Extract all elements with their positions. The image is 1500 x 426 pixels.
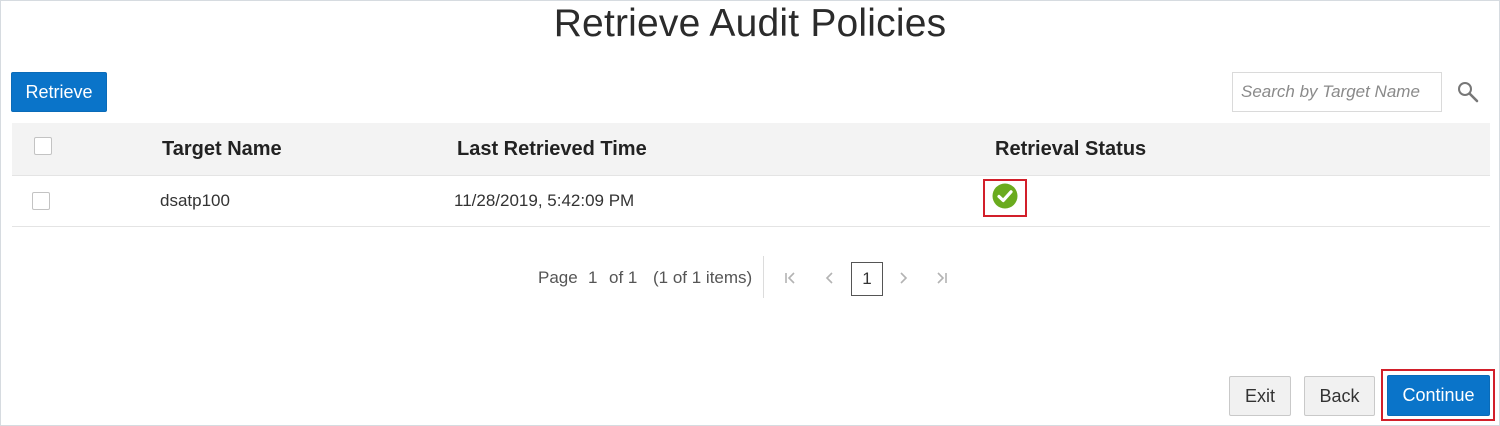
previous-page-icon[interactable] xyxy=(820,266,840,290)
current-page-value[interactable]: 1 xyxy=(588,268,597,288)
page-count: of 1 xyxy=(609,268,638,287)
column-header-target-name[interactable]: Target Name xyxy=(162,123,282,175)
retrieve-button[interactable]: Retrieve xyxy=(11,72,107,112)
page-title: Retrieve Audit Policies xyxy=(553,2,947,45)
targets-table: Target Name Last Retrieved Time Retrieva… xyxy=(12,123,1490,227)
first-page-icon[interactable] xyxy=(780,266,800,290)
check-circle-icon xyxy=(992,183,1018,214)
search-icon[interactable] xyxy=(1456,80,1480,104)
table-row[interactable]: dsatp100 11/28/2019, 5:42:09 PM xyxy=(12,176,1490,227)
next-page-icon[interactable] xyxy=(893,266,913,290)
page-label: Page xyxy=(538,268,578,287)
last-page-icon[interactable] xyxy=(932,266,952,290)
table-header: Target Name Last Retrieved Time Retrieva… xyxy=(12,123,1490,176)
back-button[interactable]: Back xyxy=(1304,376,1375,416)
items-count: (1 of 1 items) xyxy=(653,268,753,287)
cell-last-retrieved-time: 11/28/2019, 5:42:09 PM xyxy=(454,191,635,210)
page-number-button[interactable]: 1 xyxy=(851,262,883,296)
select-all-checkbox[interactable] xyxy=(34,137,52,155)
column-header-retrieval-status[interactable]: Retrieval Status xyxy=(995,123,1146,175)
exit-button[interactable]: Exit xyxy=(1229,376,1291,416)
search-input[interactable] xyxy=(1232,72,1442,112)
continue-button[interactable]: Continue xyxy=(1387,375,1490,416)
cell-target-name: dsatp100 xyxy=(160,191,230,210)
pagination: Page 1 of 1 (1 of 1 items) 1 xyxy=(0,256,1500,300)
row-checkbox[interactable] xyxy=(32,192,50,210)
pager-divider xyxy=(763,256,764,298)
retrieval-status-highlight xyxy=(983,179,1027,217)
column-header-last-retrieved-time[interactable]: Last Retrieved Time xyxy=(457,123,647,175)
